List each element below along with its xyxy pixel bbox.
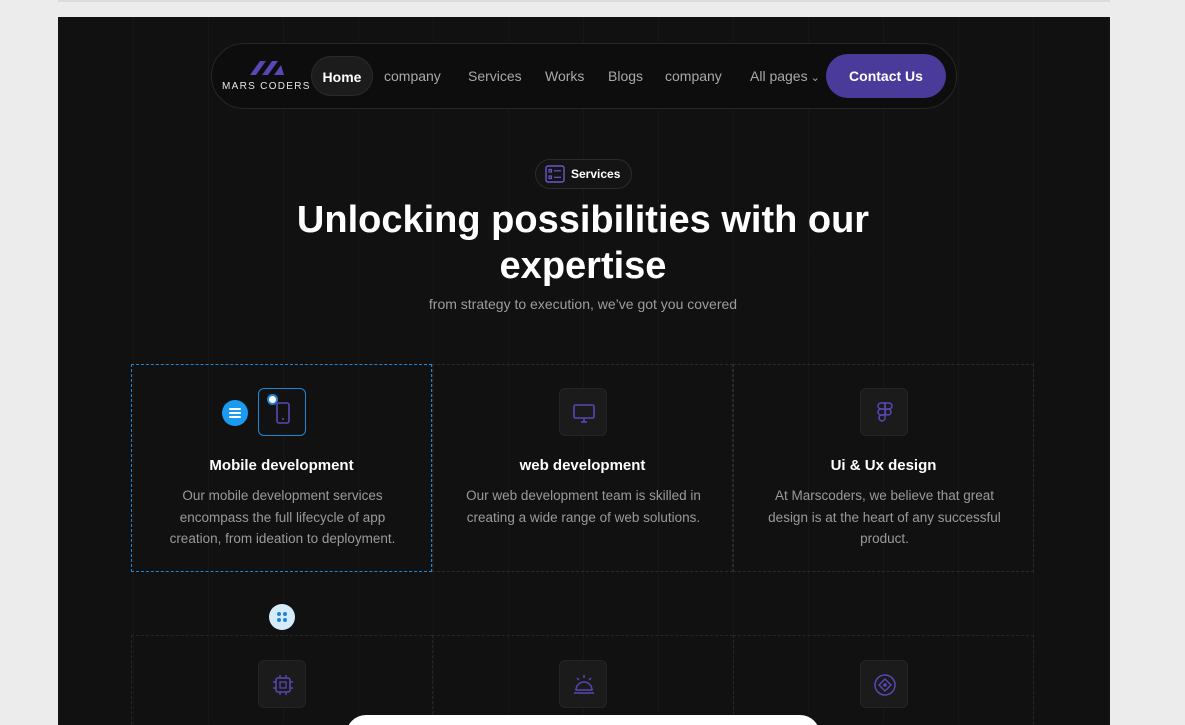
top-border [58,0,1110,2]
section-badge-label: Services [571,167,621,181]
section-title-line-2: expertise [499,245,667,287]
service-card-title: Mobile development [209,457,354,474]
nav-home[interactable]: Home [311,56,373,96]
nav-blogs[interactable]: Blogs [608,56,643,96]
figma-icon [877,402,893,422]
service-card-description: At Marscoders, we believe that great des… [768,488,1001,546]
service-card-row2-2[interactable] [432,635,733,725]
nav-all-pages[interactable]: All pages ⌄ [750,56,820,96]
ai-badge-icon [874,674,896,696]
service-card-title: Ui & Ux design [830,457,937,474]
card-icon-box [258,660,306,708]
card-icon-box [559,660,607,708]
nav-services[interactable]: Services [468,56,522,96]
service-card-description: Our mobile development services encompas… [169,488,396,546]
services-icon [545,165,565,183]
nav-works[interactable]: Works [545,56,584,96]
service-card-row2-1[interactable] [131,635,432,725]
card-icon-box [559,388,607,436]
contact-us-button[interactable]: Contact Us [826,54,946,98]
logo[interactable]: MARS CODERS [222,57,314,97]
service-card-title: web development [519,457,646,474]
drag-handle[interactable] [269,604,295,630]
nav-all-pages-label: All pages [750,68,808,84]
chip-icon [273,675,293,695]
service-card-row2-3[interactable] [733,635,1034,725]
service-card-description: Our web development team is skilled in c… [466,488,701,525]
section-title-line-1: Unlocking possibilities with our [296,199,870,241]
section-subtitle: from strategy to execution, we’ve got yo… [428,296,738,312]
page-canvas: MARS CODERS Home company Services Works … [58,17,1110,725]
logo-mark-icon [250,61,284,75]
navbar: MARS CODERS Home company Services Works … [211,43,957,109]
logo-text: MARS CODERS [222,81,311,92]
nav-company[interactable]: company [384,56,441,96]
monitor-icon [573,404,595,423]
card-icon-box [860,388,908,436]
block-menu-handle[interactable] [222,400,248,426]
bottom-toolbar[interactable] [346,715,820,725]
chevron-down-icon: ⌄ [810,72,820,84]
smartphone-icon [276,402,290,424]
service-card-design[interactable]: Ui & Ux design At Marscoders, we believe… [733,364,1034,572]
section-title: Unlocking possibilities with our experti… [258,197,908,289]
nav-company-2[interactable]: company [665,56,722,96]
selection-anchor-dot[interactable] [267,394,278,405]
service-card-mobile[interactable]: Mobile development Our mobile developmen… [131,364,432,572]
section-badge: Services [535,159,632,189]
sunrise-icon [574,675,594,694]
card-icon-box [860,660,908,708]
service-card-web[interactable]: web development Our web development team… [432,364,733,572]
card-icon-box [258,388,306,436]
